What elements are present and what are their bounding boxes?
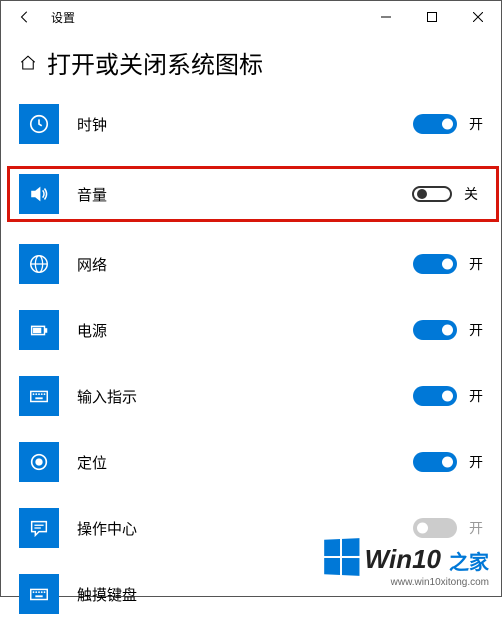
page-header: 打开或关闭系统图标 — [1, 33, 501, 88]
item-volume: 音量 关 — [7, 166, 499, 222]
power-icon — [19, 310, 59, 350]
network-icon — [19, 244, 59, 284]
item-label: 触摸键盘 — [77, 584, 137, 605]
toggle-state: 开 — [469, 114, 487, 134]
watermark-text: Win10 — [365, 544, 441, 575]
watermark-suffix: 之家 — [449, 546, 489, 575]
watermark: Win10 之家 www.win10xitong.com — [323, 539, 489, 588]
toggle-network[interactable] — [413, 254, 457, 274]
item-label: 输入指示 — [77, 386, 137, 407]
item-network: 网络 开 — [19, 240, 501, 288]
clock-icon — [19, 104, 59, 144]
item-label: 定位 — [77, 452, 107, 473]
item-power: 电源 开 — [19, 306, 501, 354]
toggle-state: 关 — [464, 184, 482, 204]
close-button[interactable] — [455, 1, 501, 33]
page-title: 打开或关闭系统图标 — [47, 45, 263, 80]
toggle-location[interactable] — [413, 452, 457, 472]
home-icon[interactable] — [19, 54, 37, 72]
item-clock: 时钟 开 — [19, 100, 501, 148]
minimize-button[interactable] — [363, 1, 409, 33]
location-icon — [19, 442, 59, 482]
toggle-state: 开 — [469, 452, 487, 472]
item-label: 时钟 — [77, 114, 107, 135]
titlebar: 设置 — [1, 1, 501, 33]
action-center-icon — [19, 508, 59, 548]
toggle-state: 开 — [469, 518, 487, 538]
touch-keyboard-icon — [19, 574, 59, 614]
window-controls — [363, 1, 501, 33]
volume-icon — [19, 174, 59, 214]
toggle-action-center — [413, 518, 457, 538]
item-label: 网络 — [77, 254, 107, 275]
toggle-input[interactable] — [413, 386, 457, 406]
item-location: 定位 开 — [19, 438, 501, 486]
item-label: 电源 — [77, 320, 107, 341]
toggle-state: 开 — [469, 320, 487, 340]
item-label: 操作中心 — [77, 518, 137, 539]
toggle-clock[interactable] — [413, 114, 457, 134]
toggle-power[interactable] — [413, 320, 457, 340]
back-button[interactable] — [9, 1, 41, 33]
watermark-url: www.win10xitong.com — [323, 577, 489, 588]
item-input: 输入指示 开 — [19, 372, 501, 420]
toggle-state: 开 — [469, 254, 487, 274]
item-label: 音量 — [77, 184, 107, 205]
window-title: 设置 — [51, 9, 75, 26]
toggle-volume[interactable] — [412, 186, 452, 202]
maximize-button[interactable] — [409, 1, 455, 33]
toggle-state: 开 — [469, 386, 487, 406]
windows-logo-icon — [324, 538, 359, 576]
keyboard-icon — [19, 376, 59, 416]
